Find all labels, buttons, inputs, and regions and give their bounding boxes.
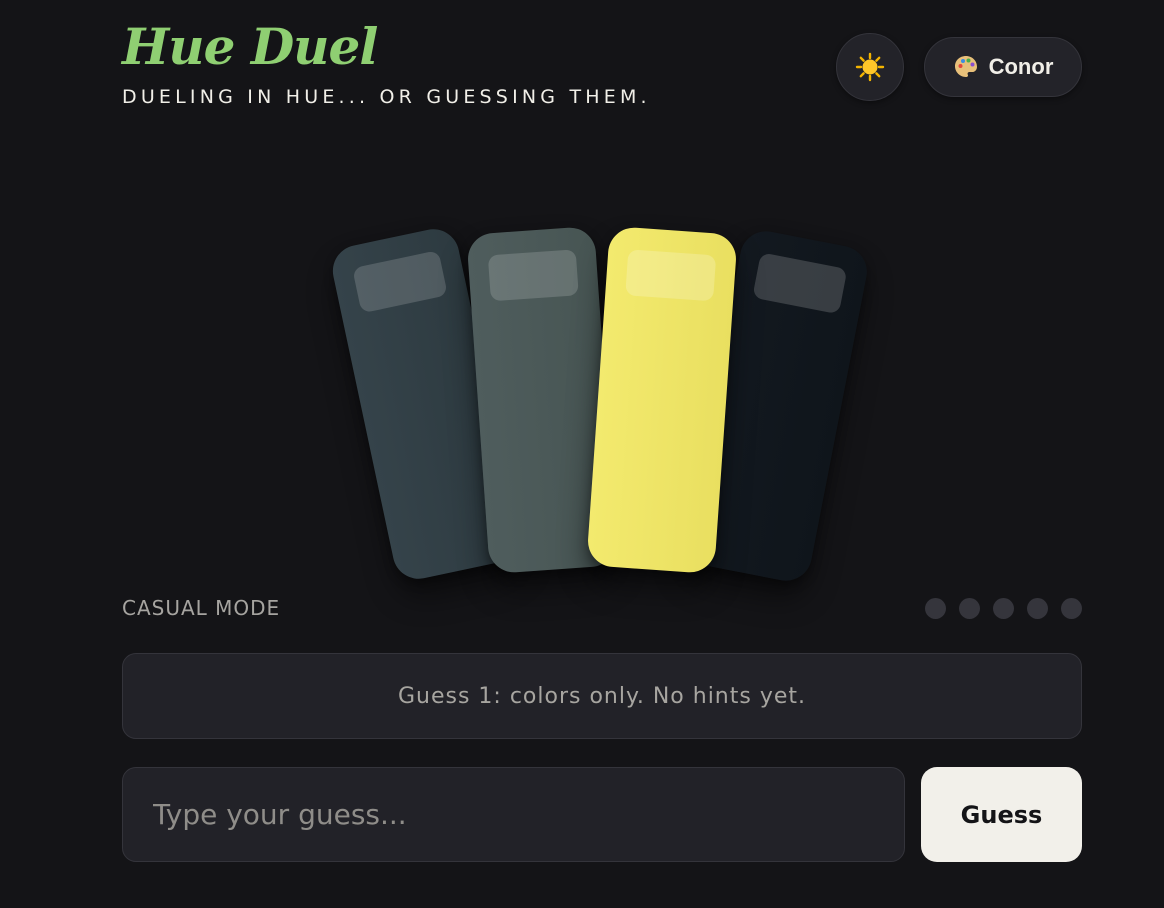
game-page: Hue Duel DUELING IN HUE... OR GUESSING T… [0, 0, 1164, 908]
progress-dot [959, 598, 980, 619]
swatch-chip [752, 252, 848, 315]
user-name: Conor [988, 54, 1054, 79]
progress-dot [1027, 598, 1048, 619]
theme-toggle-button[interactable] [836, 33, 904, 101]
hint-panel: Guess 1: colors only. No hints yet. [122, 653, 1082, 739]
swatch-chip [352, 250, 448, 314]
guess-input[interactable] [122, 767, 905, 862]
guess-button[interactable]: Guess [921, 767, 1082, 862]
progress-dot [993, 598, 1014, 619]
palette-icon [954, 56, 977, 77]
color-swatch-3 [586, 225, 738, 575]
progress-dot [1061, 598, 1082, 619]
user-profile-button[interactable]: Conor [924, 37, 1082, 97]
game-mode-label: CASUAL MODE [122, 596, 281, 620]
progress-dot [925, 598, 946, 619]
guess-progress-dots [925, 598, 1082, 619]
app-title: Hue Duel [122, 17, 378, 76]
app-subtitle: DUELING IN HUE... OR GUESSING THEM. [122, 86, 651, 108]
swatch-chip [625, 249, 717, 302]
hint-text: Guess 1: colors only. No hints yet. [397, 683, 807, 709]
sun-icon [855, 52, 885, 82]
swatch-chip [487, 249, 579, 302]
